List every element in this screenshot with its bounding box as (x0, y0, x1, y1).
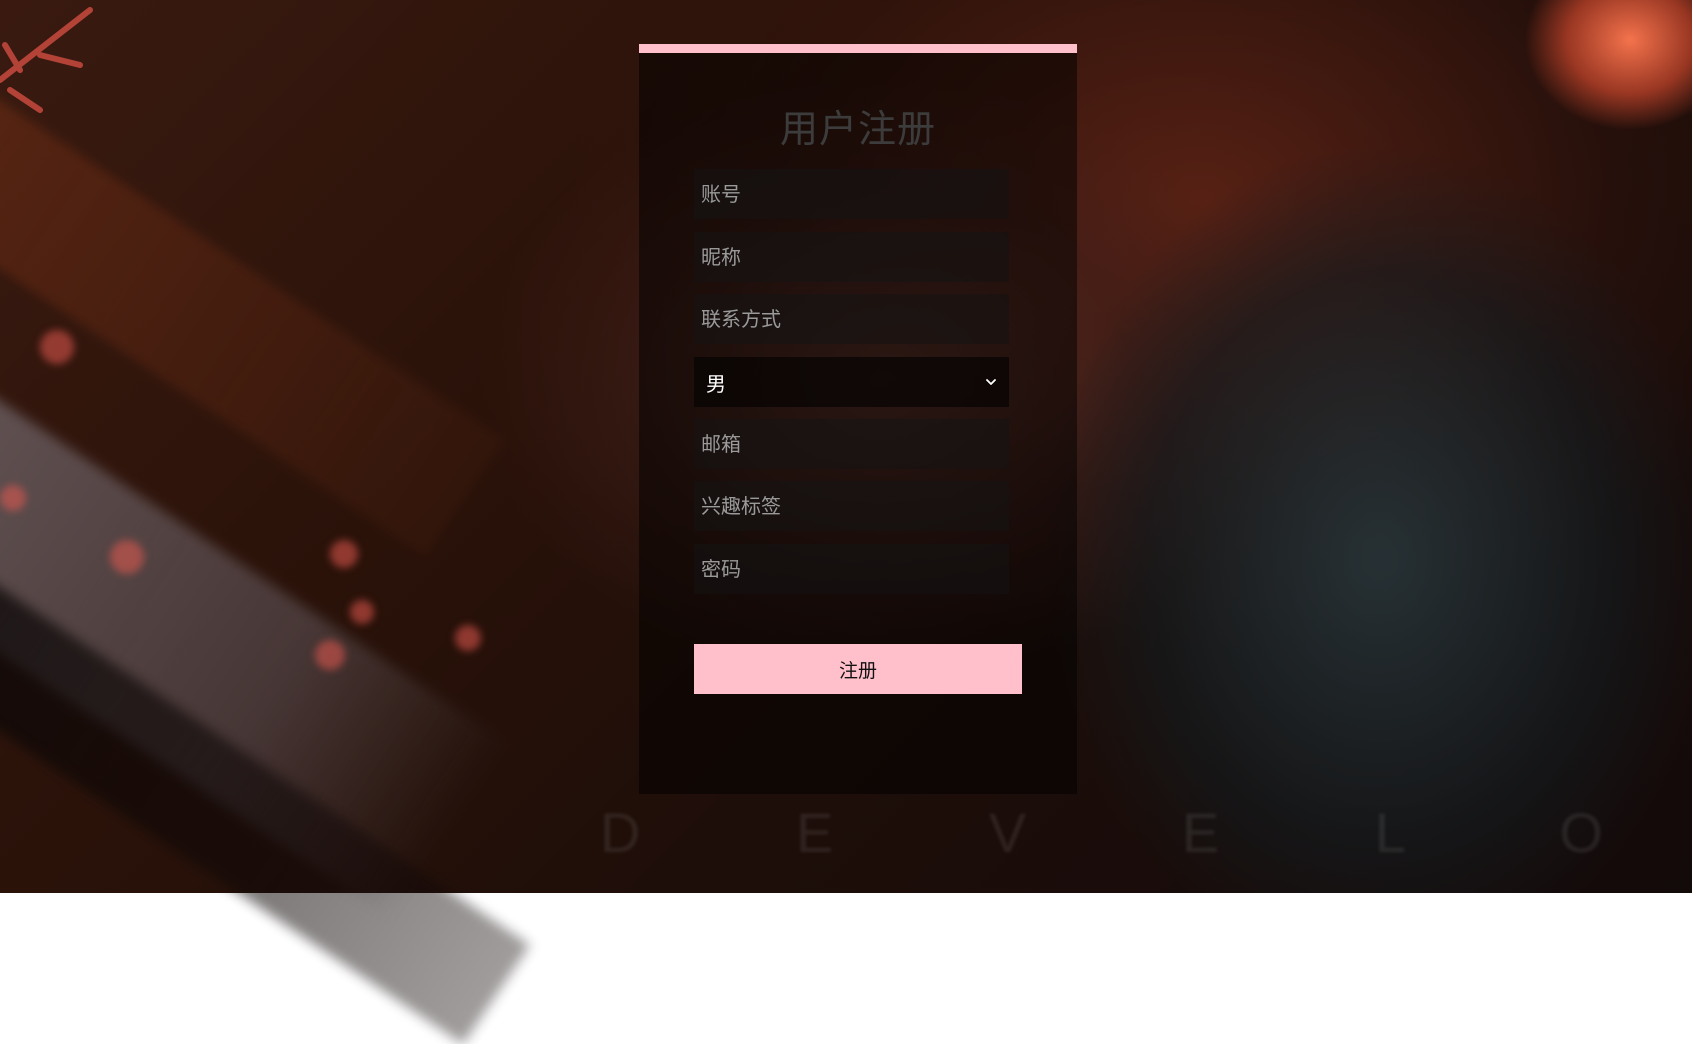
nickname-input[interactable] (701, 232, 1009, 282)
gender-select-value: 男 (706, 371, 726, 396)
password-input[interactable] (701, 544, 1009, 594)
interests-input[interactable] (701, 481, 1009, 531)
background-petal (0, 485, 26, 511)
background-petal (350, 600, 374, 624)
contact-field[interactable] (694, 294, 1009, 344)
background-petal (110, 540, 144, 574)
background-petal (455, 625, 481, 651)
background-petal (315, 640, 345, 670)
register-button[interactable]: 注册 (694, 644, 1022, 694)
interests-field[interactable] (694, 481, 1009, 531)
email-input[interactable] (701, 419, 1009, 469)
chevron-down-icon (986, 379, 996, 385)
nickname-field[interactable] (694, 232, 1009, 282)
contact-input[interactable] (701, 294, 1009, 344)
background-branch-icon (0, 7, 93, 113)
email-field[interactable] (694, 419, 1009, 469)
background-petal (330, 540, 358, 568)
register-panel: 用户注册 男 注册 (639, 44, 1077, 794)
account-input[interactable] (701, 169, 1009, 219)
page-title: 用户注册 (779, 107, 936, 151)
background-petal (40, 330, 74, 364)
account-field[interactable] (694, 169, 1009, 219)
password-field[interactable] (694, 544, 1009, 594)
panel-accent-bar (639, 44, 1077, 53)
gender-select[interactable]: 男 (694, 357, 1009, 407)
background-watermark: D E V E L O P (600, 801, 1692, 864)
